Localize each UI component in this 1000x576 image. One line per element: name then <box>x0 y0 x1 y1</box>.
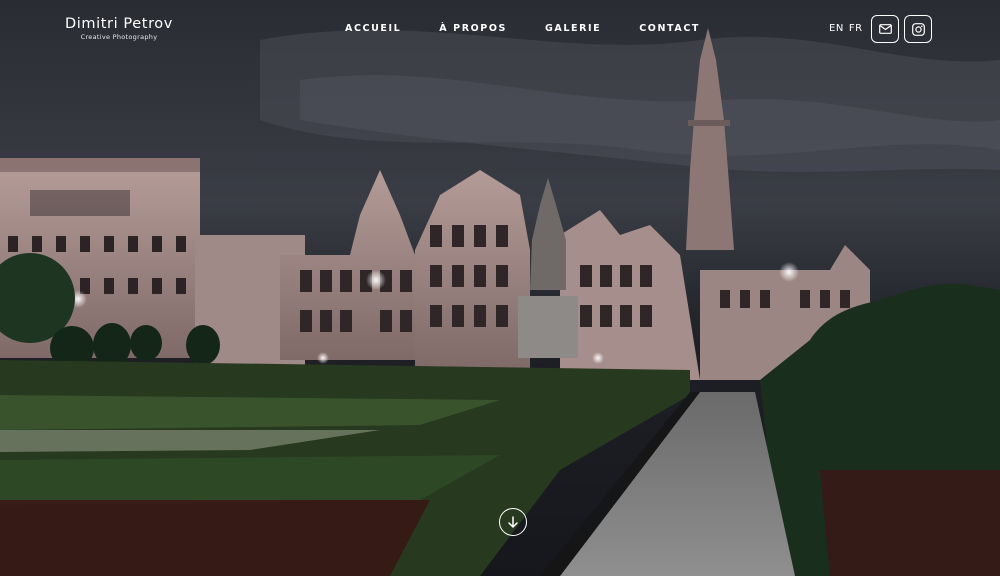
brand-logo[interactable]: Dimitri Petrov Creative Photography <box>65 15 173 41</box>
hero-photo <box>0 0 1000 576</box>
lang-en-link[interactable]: EN <box>829 23 844 34</box>
nav-item-contact[interactable]: CONTACT <box>639 23 700 35</box>
language-switcher: EN FR <box>829 23 868 35</box>
main-nav: ACCUEIL À PROPOS GALERIE CONTACT <box>345 23 738 35</box>
nav-item-galerie[interactable]: GALERIE <box>545 23 601 35</box>
instagram-icon <box>911 22 925 36</box>
mail-icon <box>878 24 892 34</box>
mail-button[interactable] <box>871 15 899 43</box>
brand-tagline: Creative Photography <box>80 33 158 41</box>
lang-fr-link[interactable]: FR <box>849 23 863 34</box>
hero-night-city-photo <box>0 0 1000 576</box>
nav-item-accueil[interactable]: ACCUEIL <box>345 23 401 35</box>
nav-item-a-propos[interactable]: À PROPOS <box>439 23 507 35</box>
arrow-down-icon <box>508 516 518 528</box>
brand-name: Dimitri Petrov <box>65 16 173 32</box>
scroll-down-button[interactable] <box>499 508 527 536</box>
instagram-button[interactable] <box>904 15 932 43</box>
